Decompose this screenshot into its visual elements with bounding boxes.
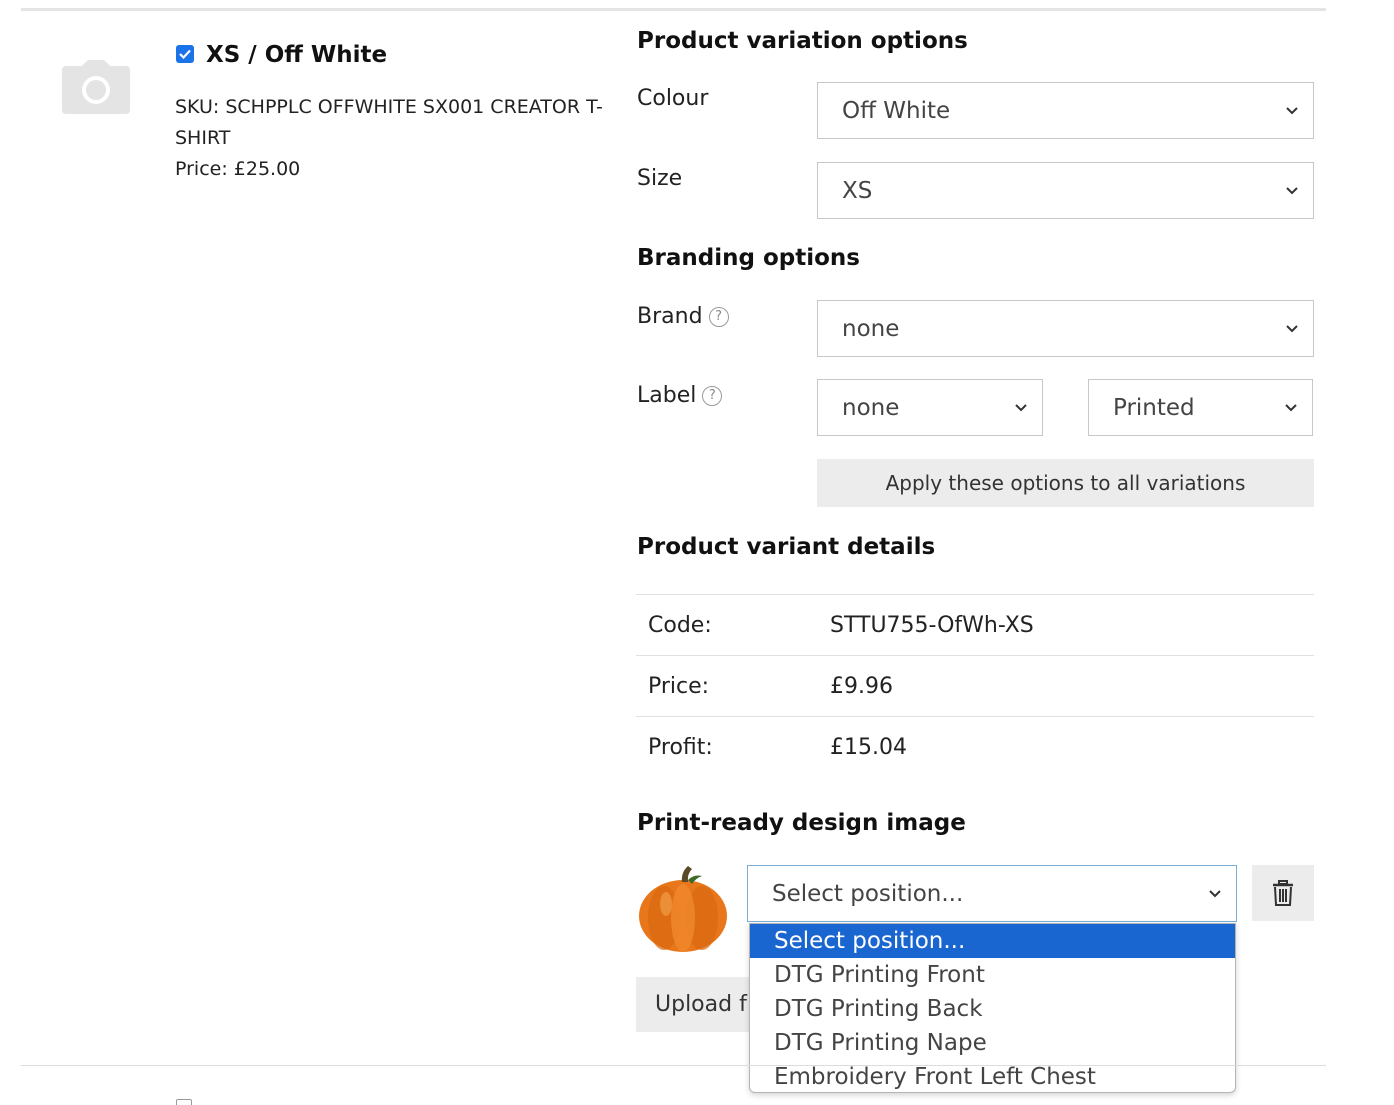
pumpkin-image <box>639 866 727 952</box>
detail-value: £15.04 <box>830 734 907 760</box>
help-icon[interactable]: ? <box>702 385 723 406</box>
detail-value: STTU755-OfWh-XS <box>830 612 1034 638</box>
size-select-value: XS <box>842 177 873 204</box>
variant-checkbox[interactable] <box>176 45 194 63</box>
variant-sku: SKU: SCHPPLC OFFWHITE SX001 CREATOR T- <box>175 96 603 118</box>
variant-price: Price: £25.00 <box>175 158 301 180</box>
brand-select[interactable]: none <box>817 300 1314 357</box>
camera-icon <box>62 60 130 114</box>
size-select[interactable]: XS <box>817 162 1314 219</box>
upload-file-button[interactable]: Upload f <box>636 977 766 1032</box>
label-select-value: none <box>842 394 900 421</box>
chevron-down-icon <box>1286 324 1298 332</box>
colour-label: Colour <box>637 86 709 111</box>
apply-to-all-button[interactable]: Apply these options to all variations <box>817 459 1314 507</box>
brand-label-text: Brand <box>637 304 703 329</box>
label-type-select[interactable]: Printed <box>1088 379 1313 436</box>
detail-key: Price: <box>648 673 710 699</box>
table-row: Profit: £15.04 <box>636 716 1314 777</box>
detail-key: Profit: <box>648 734 713 760</box>
detail-key: Code: <box>648 612 712 638</box>
variant-sku-continued: SHIRT <box>175 127 231 149</box>
dropdown-option[interactable]: DTG Printing Front <box>750 958 1235 992</box>
label-label-text: Label <box>637 383 697 408</box>
chevron-down-icon <box>1286 186 1298 194</box>
variation-options-heading: Product variation options <box>637 28 968 54</box>
position-select-value: Select position... <box>772 880 964 907</box>
table-row: Code: STTU755-OfWh-XS <box>636 594 1314 655</box>
branding-options-heading: Branding options <box>637 245 860 271</box>
position-select[interactable]: Select position... <box>747 865 1237 922</box>
dropdown-option[interactable]: DTG Printing Nape <box>750 1026 1235 1060</box>
brand-select-value: none <box>842 315 900 342</box>
variant-sku-block: SKU: SCHPPLC OFFWHITE SX001 CREATOR T- S… <box>175 92 615 185</box>
table-row: Price: £9.96 <box>636 655 1314 716</box>
label-type-select-value: Printed <box>1113 394 1195 421</box>
chevron-down-icon <box>1286 106 1298 114</box>
colour-select[interactable]: Off White <box>817 82 1314 139</box>
position-dropdown-list[interactable]: Select position... DTG Printing Front DT… <box>749 923 1236 1093</box>
bottom-divider <box>21 1065 1326 1066</box>
dropdown-option[interactable]: DTG Printing Back <box>750 992 1235 1026</box>
chevron-down-icon <box>1015 403 1027 411</box>
variant-details-table: Code: STTU755-OfWh-XS Price: £9.96 Profi… <box>636 594 1314 777</box>
size-label: Size <box>637 166 683 191</box>
delete-design-button[interactable] <box>1252 865 1314 921</box>
detail-value: £9.96 <box>830 673 893 699</box>
variant-title: XS / Off White <box>206 42 388 68</box>
variant-details-heading: Product variant details <box>637 534 936 560</box>
help-icon[interactable]: ? <box>708 306 729 327</box>
chevron-down-icon <box>1209 889 1221 897</box>
design-image-heading: Print-ready design image <box>637 810 966 836</box>
trash-icon <box>1273 880 1293 906</box>
chevron-down-icon <box>1285 403 1297 411</box>
next-variant-checkbox[interactable] <box>176 1099 192 1105</box>
colour-select-value: Off White <box>842 97 951 124</box>
top-divider <box>21 8 1326 11</box>
label-select[interactable]: none <box>817 379 1043 436</box>
brand-label: Brand ? <box>637 304 729 329</box>
dropdown-option[interactable]: Select position... <box>750 924 1235 958</box>
label-label: Label ? <box>637 383 723 408</box>
